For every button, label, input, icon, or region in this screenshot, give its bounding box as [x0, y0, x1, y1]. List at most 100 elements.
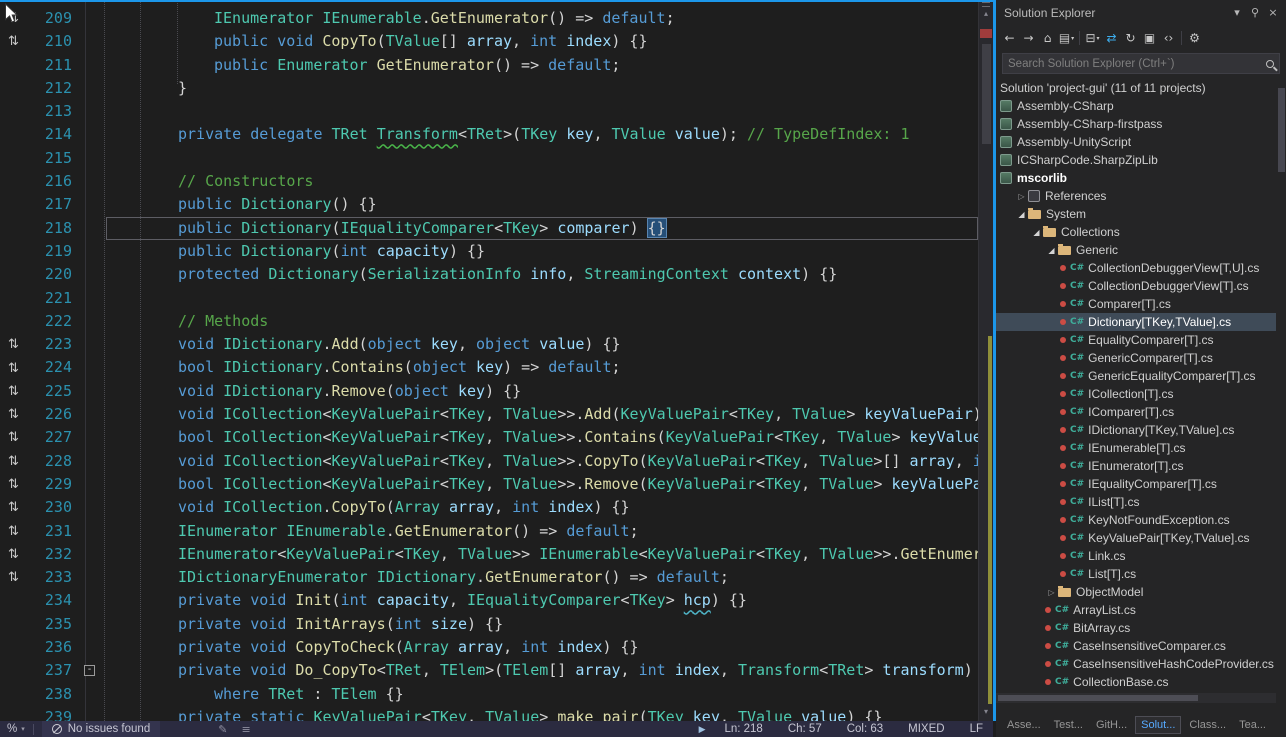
- list-icon[interactable]: ≡: [241, 723, 250, 736]
- line-number[interactable]: 235: [27, 613, 79, 636]
- eol-indicator[interactable]: LF: [970, 723, 983, 735]
- line-number[interactable]: 233: [27, 566, 79, 589]
- implements-icon[interactable]: ⇅: [8, 34, 19, 49]
- code-line[interactable]: private void InitArrays(int size) {}: [106, 613, 978, 636]
- code-line[interactable]: public Dictionary(IEqualityComparer<TKey…: [106, 217, 978, 240]
- play-icon[interactable]: ▶: [699, 724, 706, 735]
- tree-item[interactable]: ▷ObjectModel: [996, 583, 1276, 601]
- pencil-icon[interactable]: ✎: [218, 723, 227, 736]
- line-number[interactable]: 229: [27, 473, 79, 496]
- code-line[interactable]: void IDictionary.Remove(object key) {}: [106, 380, 978, 403]
- line-indicator[interactable]: Ln: 218: [724, 723, 762, 735]
- vscroll-thumb[interactable]: [1278, 88, 1285, 172]
- code-line[interactable]: public Dictionary() {}: [106, 193, 978, 216]
- tree-item[interactable]: C#CollectionDebuggerView[T,U].cs: [996, 259, 1276, 277]
- tree-item[interactable]: C#IList[T].cs: [996, 493, 1276, 511]
- panel-tab[interactable]: Asse...: [1002, 717, 1046, 733]
- tree-item[interactable]: C#GenericEqualityComparer[T].cs: [996, 367, 1276, 385]
- line-number[interactable]: 225: [27, 380, 79, 403]
- tree-item[interactable]: C#ArrayList.cs: [996, 601, 1276, 619]
- search-icon[interactable]: [1266, 60, 1274, 68]
- tree-item[interactable]: ◢Collections: [996, 223, 1276, 241]
- code-line[interactable]: where TRet : TElem {}: [106, 683, 978, 706]
- panel-tab[interactable]: Test...: [1049, 717, 1088, 733]
- hscroll-thumb[interactable]: [998, 695, 1198, 701]
- chevron-expanded-icon[interactable]: ◢: [1015, 210, 1028, 219]
- code-line[interactable]: void ICollection<KeyValuePair<TKey, TVal…: [106, 450, 978, 473]
- tree-item[interactable]: Assembly-UnityScript: [996, 133, 1276, 151]
- refresh-icon[interactable]: ↻: [1121, 28, 1140, 48]
- implements-icon[interactable]: ⇅: [8, 477, 19, 492]
- tree-item[interactable]: C#CollectionBase.cs: [996, 673, 1276, 691]
- code-line[interactable]: IEnumerator IEnumerable.GetEnumerator() …: [106, 7, 978, 30]
- implements-icon[interactable]: ⇅: [8, 524, 19, 539]
- line-number[interactable]: 216: [27, 170, 79, 193]
- line-number[interactable]: 221: [27, 287, 79, 310]
- line-number[interactable]: 234: [27, 589, 79, 612]
- implements-icon[interactable]: ⇅: [8, 430, 19, 445]
- sync-with-active-document-icon[interactable]: ⇄: [1102, 28, 1121, 48]
- tree-item[interactable]: C#Dictionary[TKey,TValue].cs: [996, 313, 1276, 331]
- line-number[interactable]: 211: [27, 54, 79, 77]
- line-number[interactable]: 209: [27, 7, 79, 30]
- code-line[interactable]: private static KeyValuePair<TKey, TValue…: [106, 706, 978, 721]
- line-number[interactable]: 217: [27, 193, 79, 216]
- code-line[interactable]: void IDictionary.Add(object key, object …: [106, 333, 978, 356]
- line-number[interactable]: 212: [27, 77, 79, 100]
- line-number[interactable]: 210: [27, 30, 79, 53]
- line-number[interactable]: 227: [27, 426, 79, 449]
- editor-scrollbar[interactable]: ▴ ▾: [978, 0, 993, 721]
- collapse-all-icon[interactable]: ⊟▾: [1083, 28, 1102, 48]
- char-indicator[interactable]: Ch: 57: [788, 723, 822, 735]
- code-line[interactable]: void ICollection<KeyValuePair<TKey, TVal…: [106, 403, 978, 426]
- code-line[interactable]: protected Dictionary(SerializationInfo i…: [106, 263, 978, 286]
- code-line[interactable]: // Methods: [106, 310, 978, 333]
- chevron-collapsed-icon[interactable]: ▷: [1045, 588, 1058, 597]
- line-number[interactable]: 219: [27, 240, 79, 263]
- line-number[interactable]: 236: [27, 636, 79, 659]
- tree-item[interactable]: C#CollectionDebuggerView[T].cs: [996, 277, 1276, 295]
- code-line[interactable]: bool ICollection<KeyValuePair<TKey, TVal…: [106, 426, 978, 449]
- line-number[interactable]: 232: [27, 543, 79, 566]
- editor-panel-splitter[interactable]: [993, 0, 996, 721]
- splitter-handle-icon[interactable]: [982, 2, 990, 7]
- code-line[interactable]: public void CopyTo(TValue[] array, int i…: [106, 30, 978, 53]
- tree-item[interactable]: C#Comparer[T].cs: [996, 295, 1276, 313]
- tree-item[interactable]: C#List[T].cs: [996, 565, 1276, 583]
- line-number[interactable]: 224: [27, 356, 79, 379]
- panel-tab[interactable]: Solut...: [1135, 716, 1181, 734]
- tree-item[interactable]: ◢System: [996, 205, 1276, 223]
- tree-item[interactable]: C#EqualityComparer[T].cs: [996, 331, 1276, 349]
- code-line[interactable]: }: [106, 77, 978, 100]
- switch-views-icon[interactable]: ▤▾: [1057, 28, 1076, 48]
- line-number[interactable]: 214: [27, 123, 79, 146]
- tree-item[interactable]: Assembly-CSharp: [996, 97, 1276, 115]
- tree-item[interactable]: C#CaseInsensitiveHashCodeProvider.cs: [996, 655, 1276, 673]
- properties-icon[interactable]: ⚙: [1185, 28, 1204, 48]
- panel-tab[interactable]: Tea...: [1234, 717, 1271, 733]
- line-number[interactable]: 223: [27, 333, 79, 356]
- line-number[interactable]: 237: [27, 659, 79, 682]
- tree-item[interactable]: Assembly-CSharp-firstpass: [996, 115, 1276, 133]
- line-number[interactable]: 228: [27, 450, 79, 473]
- chevron-collapsed-icon[interactable]: ▷: [1015, 192, 1028, 201]
- code-line[interactable]: // Constructors: [106, 170, 978, 193]
- line-number[interactable]: 213: [27, 100, 79, 123]
- line-number[interactable]: 220: [27, 263, 79, 286]
- tree-item[interactable]: C#IEnumerable[T].cs: [996, 439, 1276, 457]
- panel-vscrollbar[interactable]: [1276, 79, 1286, 703]
- implements-icon[interactable]: ⇅: [8, 500, 19, 515]
- column-indicator[interactable]: Col: 63: [847, 723, 883, 735]
- code-line[interactable]: private void Init(int capacity, IEqualit…: [106, 589, 978, 612]
- tree-item[interactable]: C#IComparer[T].cs: [996, 403, 1276, 421]
- implements-icon[interactable]: ⇅: [8, 407, 19, 422]
- code-line[interactable]: [106, 287, 978, 310]
- implements-icon[interactable]: ⇅: [8, 570, 19, 585]
- code-line[interactable]: private delegate TRet Transform<TRet>(TK…: [106, 123, 978, 146]
- code-line[interactable]: IEnumerator<KeyValuePair<TKey, TValue>> …: [106, 543, 978, 566]
- show-all-files-icon[interactable]: ▣: [1140, 28, 1159, 48]
- tree-item[interactable]: ▷References: [996, 187, 1276, 205]
- code-lines[interactable]: IEnumerator IEnumerable.GetEnumerator() …: [106, 7, 978, 721]
- code-line[interactable]: bool IDictionary.Contains(object key) =>…: [106, 356, 978, 379]
- panel-tab[interactable]: GitH...: [1091, 717, 1132, 733]
